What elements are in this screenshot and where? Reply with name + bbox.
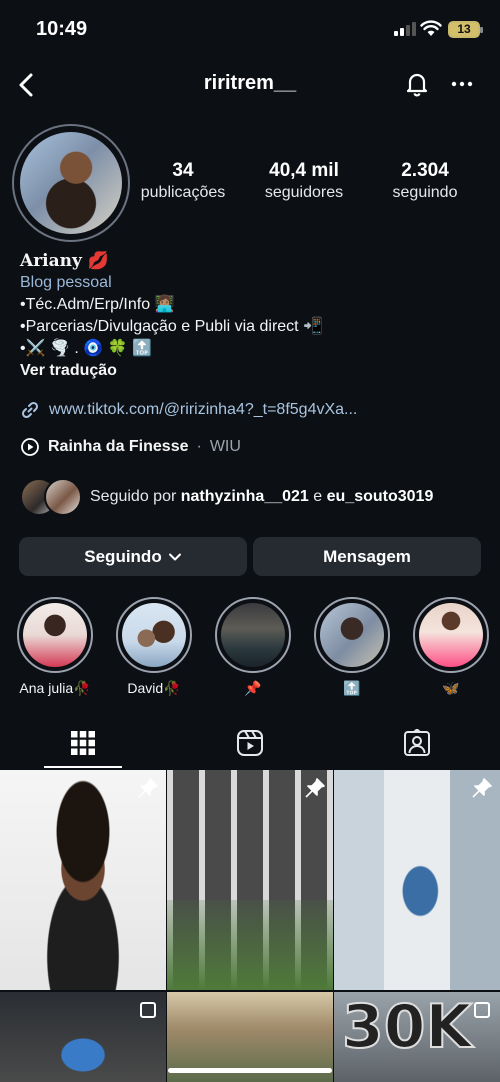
highlight-label: 📌 — [244, 680, 262, 696]
followed-user: eu_souto3019 — [326, 488, 434, 505]
profile-bio: Ariany 💋 Blog pessoal •Téc.Adm/Erp/Info … — [20, 250, 490, 382]
link-text: www.tiktok.com/@ririzinha4?_t=8f5g4vXa..… — [49, 401, 358, 418]
highlight-cover — [122, 603, 186, 667]
pin-icon — [138, 778, 158, 798]
music-title: Rainha da Finesse — [48, 438, 189, 455]
bell-icon[interactable] — [402, 69, 432, 99]
battery-icon: 13 — [448, 21, 483, 38]
highlight-item[interactable]: 🔝 — [313, 597, 391, 697]
highlight-item[interactable]: 📌 — [214, 597, 292, 697]
profile-avatar[interactable] — [12, 124, 130, 242]
highlight-label: 🦋 — [442, 680, 460, 696]
carousel-icon — [474, 1002, 490, 1018]
music-artist: WIU — [209, 438, 241, 455]
post-tile[interactable] — [0, 770, 166, 990]
followed-user: nathyzinha__021 — [180, 488, 309, 505]
followed-by-prefix: Seguido por — [90, 488, 177, 505]
following-button[interactable]: Seguindo — [19, 537, 247, 576]
post-tile[interactable] — [0, 992, 166, 1082]
status-bar: 10:49 13 — [0, 0, 500, 60]
link-icon — [21, 401, 39, 419]
bio-line: •Téc.Adm/Erp/Info 👩🏽‍💻 — [20, 296, 175, 313]
stat-followers-value: 40,4 mil — [269, 160, 339, 181]
stat-posts-value: 34 — [172, 160, 194, 181]
highlight-item[interactable]: 🦋 — [412, 597, 490, 697]
stat-following-label: seguindo — [392, 184, 458, 201]
pin-icon — [472, 778, 492, 798]
music-separator: · — [196, 438, 202, 455]
ellipsis-icon[interactable] — [447, 69, 477, 99]
followed-by-conj: e — [313, 488, 323, 505]
avatar-image — [20, 132, 122, 234]
highlight-cover — [221, 603, 285, 667]
wifi-icon — [420, 20, 442, 36]
stat-posts-label: publicações — [140, 184, 226, 201]
avatar — [44, 478, 82, 516]
bio-line: •Parcerias/Divulgação e Publi via direct… — [20, 318, 323, 335]
tab-tagged[interactable] — [334, 718, 500, 768]
highlight-cover — [419, 603, 483, 667]
highlight-item[interactable]: Ana julia🥀 — [16, 597, 94, 697]
reels-icon — [237, 730, 263, 756]
profile-tabs — [0, 718, 500, 768]
post-tile[interactable]: 30K — [334, 992, 500, 1082]
tagged-icon — [404, 729, 430, 756]
see-translation-link[interactable]: Ver tradução — [20, 360, 490, 382]
profile-category: Blog pessoal — [20, 274, 112, 291]
pin-icon — [305, 778, 325, 798]
status-time: 10:49 — [36, 18, 88, 40]
highlight-label: David🥀 — [127, 680, 181, 696]
following-button-label: Seguindo — [84, 546, 162, 566]
tab-active-indicator — [44, 766, 122, 768]
profile-link[interactable]: www.tiktok.com/@ririzinha4?_t=8f5g4vXa..… — [20, 400, 357, 420]
chevron-down-icon — [168, 553, 181, 560]
post-tile[interactable] — [167, 770, 333, 990]
post-tile[interactable] — [334, 770, 500, 990]
profile-name: Ariany 💋 — [20, 251, 109, 271]
signal-icon — [394, 22, 416, 36]
posts-grid: 30K — [0, 770, 500, 1082]
stat-followers[interactable]: 40,4 mil seguidores — [252, 160, 356, 202]
tab-grid[interactable] — [0, 718, 166, 768]
followed-by-text: Seguido por nathyzinha__021 e eu_souto30… — [90, 488, 433, 506]
story-highlights: Ana julia🥀 David🥀 📌 🔝 🦋 — [0, 597, 500, 702]
message-button-label: Mensagem — [323, 546, 411, 566]
profile-music[interactable]: Rainha da Finesse · WIU — [20, 437, 241, 457]
stat-following[interactable]: 2.304 seguindo — [376, 160, 474, 202]
highlight-label: 🔝 — [343, 680, 361, 696]
bio-line: •⚔️ 🌪️ . 🧿 🍀 🔝 — [20, 340, 152, 357]
followed-by[interactable]: Seguido por nathyzinha__021 e eu_souto30… — [20, 478, 433, 516]
highlight-label: Ana julia🥀 — [19, 680, 91, 696]
play-circle-icon — [21, 438, 39, 456]
tab-reels[interactable] — [167, 718, 333, 768]
message-button[interactable]: Mensagem — [253, 537, 481, 576]
carousel-icon — [140, 1002, 156, 1018]
home-indicator[interactable] — [168, 1068, 332, 1073]
highlight-item[interactable]: David🥀 — [115, 597, 193, 697]
stat-following-value: 2.304 — [401, 160, 449, 181]
grid-icon — [71, 731, 95, 755]
highlight-cover — [23, 603, 87, 667]
post-overlay-text: 30K — [341, 992, 473, 1063]
stat-posts[interactable]: 34 publicações — [133, 160, 233, 202]
top-nav: riritrem__ — [0, 60, 500, 110]
highlight-cover — [320, 603, 384, 667]
stat-followers-label: seguidores — [264, 184, 344, 201]
